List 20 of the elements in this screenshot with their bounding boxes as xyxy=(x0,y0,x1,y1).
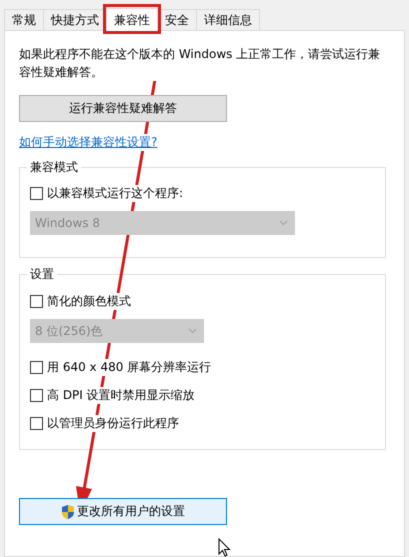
caret-icon xyxy=(188,328,197,334)
checkbox-label: 高 DPI 设置时禁用显示缩放 xyxy=(47,386,195,404)
tab[interactable]: 兼容性 xyxy=(106,8,158,31)
checkbox[interactable] xyxy=(30,388,43,402)
checkbox[interactable] xyxy=(30,360,43,374)
checkbox-label: 用 640 x 480 屏幕分辨率运行 xyxy=(47,358,212,376)
tab[interactable]: 详细信息 xyxy=(196,9,260,30)
shield-icon xyxy=(61,504,75,520)
troubleshoot-button[interactable]: 运行兼容性疑难解答 xyxy=(19,95,227,122)
change-all-users-button[interactable]: 更改所有用户的设置 xyxy=(19,498,227,525)
caret-icon xyxy=(279,220,288,226)
checkbox-label: 以兼容模式运行这个程序: xyxy=(47,184,184,202)
checkbox[interactable] xyxy=(30,416,43,430)
help-link[interactable]: 如何手动选择兼容性设置? xyxy=(19,134,158,151)
checkbox[interactable] xyxy=(30,186,43,200)
checkbox[interactable] xyxy=(30,294,43,308)
highlight-frame xyxy=(103,4,161,34)
checkbox-label: 简化的颜色模式 xyxy=(47,292,131,310)
checkbox-label: 以管理员身份运行此程序 xyxy=(47,414,179,432)
tab[interactable]: 常规 xyxy=(4,9,44,30)
